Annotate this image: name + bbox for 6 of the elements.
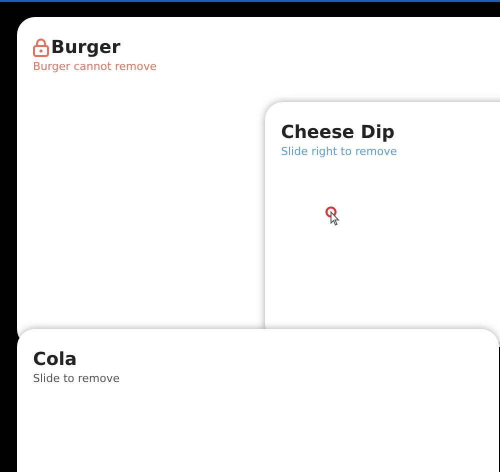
- card-title: Cheese Dip: [281, 122, 395, 143]
- card-hint: Slide to remove: [33, 372, 120, 385]
- card-hint: Slide right to remove: [281, 145, 397, 158]
- card-title: Cola: [33, 349, 77, 370]
- card-hint: Burger cannot remove: [33, 60, 157, 73]
- card-title: Burger: [51, 37, 120, 58]
